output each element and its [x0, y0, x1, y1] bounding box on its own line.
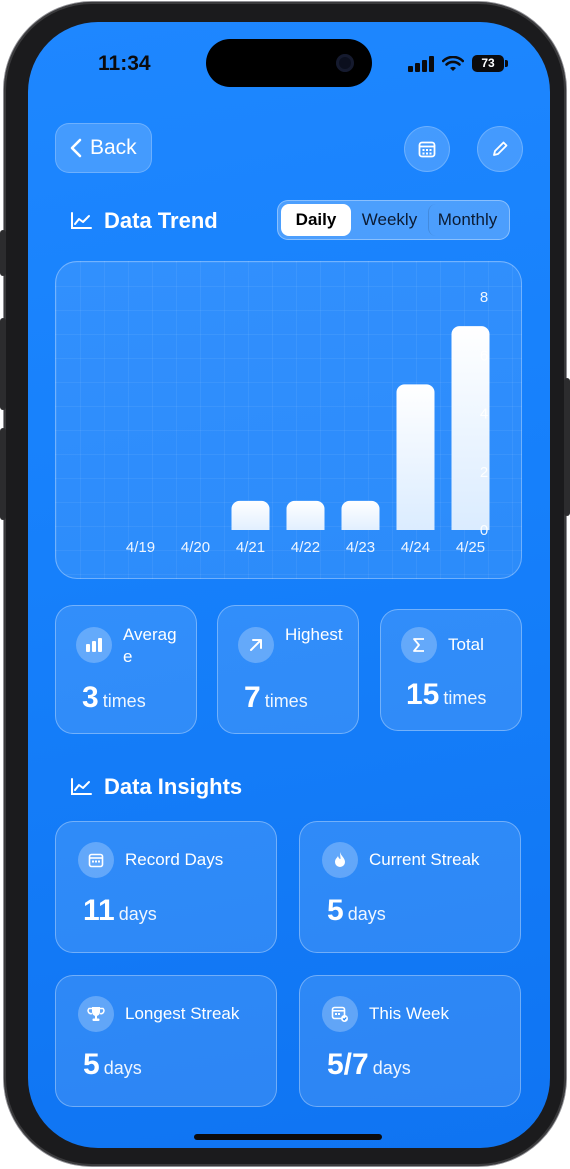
stat-label-highest: Highest: [285, 625, 343, 644]
x-tick-label: 4/21: [236, 539, 265, 556]
trend-title: Data Trend: [104, 208, 218, 233]
tab-daily[interactable]: Daily: [281, 204, 351, 236]
insight-label-current-streak: Current Streak: [369, 850, 480, 869]
x-tick-label: 4/20: [181, 539, 210, 556]
chevron-left-icon: [70, 138, 82, 158]
stat-value-average: 3 times: [82, 681, 146, 714]
calendar-button[interactable]: [404, 126, 450, 172]
insights-section-title: Data Insights: [70, 774, 242, 800]
y-tick-label: 6: [480, 347, 488, 364]
line-chart-icon: [71, 212, 92, 229]
calendar-check-icon: [322, 996, 358, 1032]
silent-switch: [0, 230, 6, 276]
status-icons: 73: [408, 55, 508, 72]
stat-card-total: Total 15 times: [380, 609, 522, 731]
trophy-icon: [78, 996, 114, 1032]
insight-value-current-streak: 5 days: [327, 894, 386, 927]
insight-card-record-days: Record Days 11 days: [55, 821, 277, 953]
stat-value-highest: 7 times: [244, 681, 308, 714]
trend-chart: 4/19 4/20 4/21 4/22 4/23 4/24 4/25 8 6 4 2 0: [126, 289, 490, 556]
x-tick-label: 4/25: [456, 539, 485, 556]
back-button[interactable]: Back: [55, 123, 152, 173]
y-tick-label: 4: [480, 406, 488, 423]
stat-card-average: Average 3 times: [55, 605, 197, 734]
chart-bar: [231, 500, 270, 530]
bar-chart-icon: [76, 627, 112, 663]
insight-label-longest-streak: Longest Streak: [125, 1004, 240, 1023]
wifi-icon: [442, 55, 464, 71]
x-tick-label: 4/23: [346, 539, 375, 556]
trend-section-title: Data Trend: [70, 208, 218, 234]
insight-label-this-week: This Week: [369, 1004, 449, 1023]
cellular-icon: [408, 55, 434, 72]
stat-value-total: 15 times: [406, 678, 487, 711]
tab-weekly[interactable]: Weekly: [351, 204, 428, 236]
insight-card-this-week: This Week 5/7 days: [299, 975, 521, 1107]
chart-bar: [286, 500, 325, 530]
pencil-icon: [493, 141, 508, 156]
home-indicator: [194, 1134, 382, 1140]
stat-label-average: Average: [123, 625, 177, 666]
x-tick-label: 4/22: [291, 539, 320, 556]
edit-button[interactable]: [477, 126, 523, 172]
stat-card-highest: Highest 7 times: [217, 605, 359, 734]
stat-label-total: Total: [448, 635, 484, 654]
line-chart-icon: [71, 778, 92, 795]
insight-card-current-streak: Current Streak 5 days: [299, 821, 521, 953]
insight-card-longest-streak: Longest Streak 5 days: [55, 975, 277, 1107]
chart-bar: [396, 384, 435, 530]
y-tick-label: 2: [480, 464, 488, 481]
insight-value-this-week: 5/7 days: [327, 1048, 411, 1081]
sigma-icon: [401, 627, 437, 663]
trend-chart-card: 4/19 4/20 4/21 4/22 4/23 4/24 4/25 8 6 4 2 0: [55, 261, 522, 579]
insight-label-record-days: Record Days: [125, 850, 224, 869]
arrow-up-right-icon: [238, 627, 274, 663]
y-tick-label: 8: [480, 289, 488, 306]
app-screen: 11:34 73 Back Data Trend Daily Weekly Mo…: [28, 22, 550, 1148]
phone-frame: 11:34 73 Back Data Trend Daily Weekly Mo…: [0, 2, 570, 1166]
y-tick-label: 0: [480, 522, 488, 539]
insight-value-longest-streak: 5 days: [83, 1048, 142, 1081]
battery-indicator: 73: [472, 55, 508, 72]
insight-value-record-days: 11 days: [83, 894, 157, 927]
back-label: Back: [90, 136, 137, 159]
period-segmented-control: Daily Weekly Monthly: [277, 200, 510, 240]
calendar-icon: [78, 842, 114, 878]
dynamic-island: [206, 39, 372, 87]
x-tick-label: 4/19: [126, 539, 155, 556]
tab-monthly[interactable]: Monthly: [428, 204, 506, 236]
insights-title: Data Insights: [104, 774, 243, 799]
x-tick-label: 4/24: [401, 539, 430, 556]
flame-icon: [322, 842, 358, 878]
volume-up-button: [0, 318, 6, 410]
calendar-icon: [418, 141, 436, 158]
chart-bar: [341, 500, 380, 530]
power-button: [564, 378, 570, 516]
volume-down-button: [0, 428, 6, 520]
status-time: 11:34: [98, 52, 151, 75]
